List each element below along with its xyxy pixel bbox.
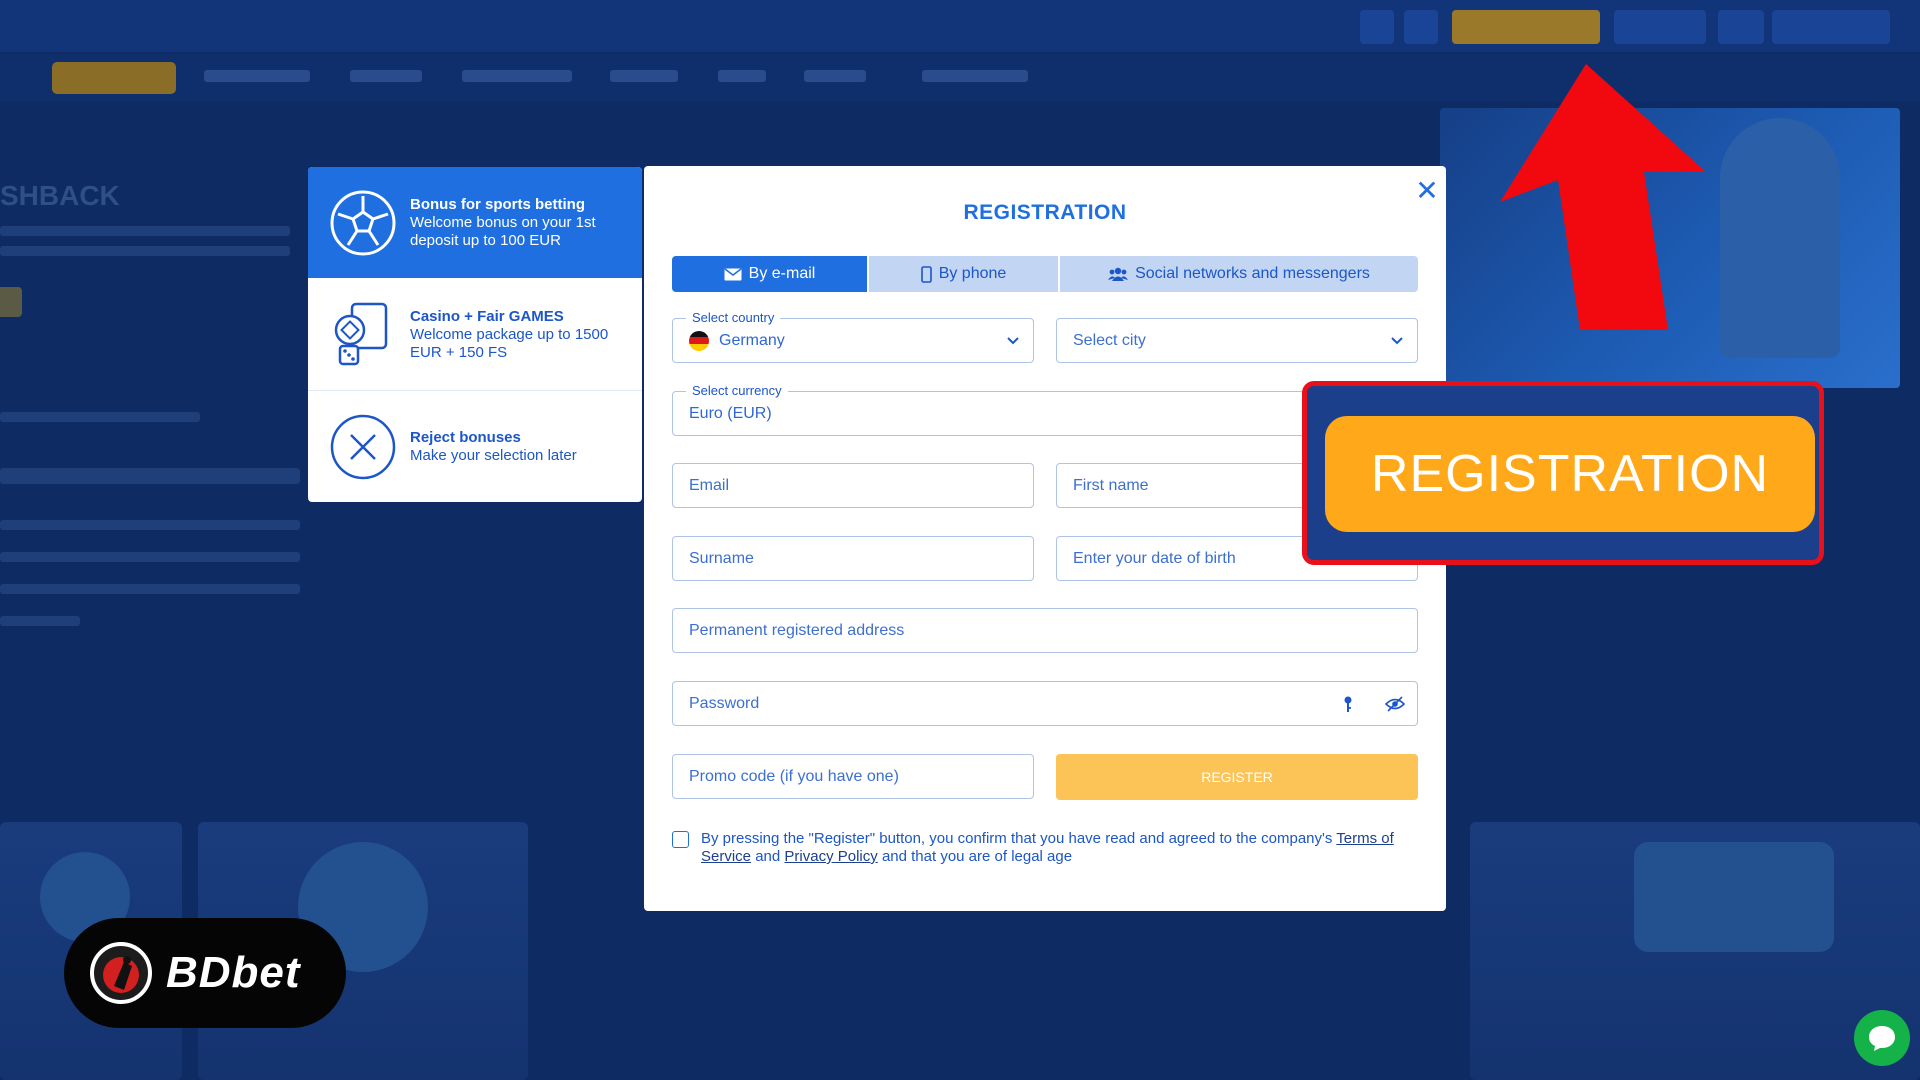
tab-label: By e-mail [748, 265, 816, 282]
logo-text: BDbet [166, 948, 301, 997]
hero-button[interactable] [0, 287, 22, 317]
nav-promo[interactable] [52, 62, 176, 94]
users-icon [1108, 267, 1129, 281]
bg-text-line [0, 584, 300, 594]
nav-item[interactable] [922, 70, 1028, 82]
phone-icon [920, 265, 932, 283]
bg-text-line [0, 246, 290, 256]
nav-item[interactable] [804, 70, 866, 82]
site-header [0, 0, 1920, 52]
bonus-desc: Make your selection later [410, 446, 577, 464]
nav-item[interactable] [204, 70, 310, 82]
hero-title: SHBACK [0, 180, 120, 211]
bg-text-line [0, 520, 300, 530]
consent-and: and [755, 848, 781, 865]
tab-by-phone[interactable]: By phone [869, 256, 1058, 292]
country-value: Germany [719, 331, 785, 349]
eye-off-icon[interactable] [1385, 696, 1405, 712]
consent-checkbox[interactable] [672, 831, 689, 848]
consent-prefix: By pressing the "Register" button, you c… [701, 830, 1333, 847]
chat-icon [1869, 1026, 1895, 1051]
consent-text: By pressing the "Register" button, you c… [701, 830, 1420, 866]
tab-label: Social networks and messengers [1135, 265, 1370, 282]
tab-social-networks[interactable]: Social networks and messengers [1060, 256, 1418, 292]
reject-x-icon [330, 414, 396, 479]
surname-field[interactable]: Surname [672, 536, 1034, 581]
nav-item[interactable] [718, 70, 766, 82]
address-placeholder: Permanent registered address [689, 621, 905, 639]
nav-item[interactable] [462, 70, 572, 82]
header-gift-button[interactable] [1404, 10, 1438, 44]
modal-title: REGISTRATION [963, 201, 1127, 224]
city-select[interactable]: Select city [1056, 318, 1418, 363]
chevron-down-icon [1007, 337, 1019, 345]
bonus-selector: Bonus for sports betting Welcome bonus o… [308, 167, 642, 502]
bg-text-line [0, 552, 300, 562]
email-placeholder: Email [689, 476, 730, 494]
registration-tabs: By e-mail By phone Social networks and m… [672, 256, 1418, 292]
register-button[interactable]: REGISTER [1056, 754, 1418, 800]
promo-code-field[interactable]: Promo code (if you have one) [672, 754, 1034, 799]
key-icon[interactable] [1343, 695, 1353, 713]
bg-text-line [0, 616, 80, 626]
bonus-option-reject[interactable]: Reject bonuses Make your selection later [308, 391, 642, 502]
password-placeholder: Password [689, 694, 760, 712]
privacy-policy-link[interactable]: Privacy Policy [784, 848, 877, 865]
password-field[interactable]: Password [672, 681, 1418, 726]
chevron-down-icon [1391, 337, 1403, 345]
germany-flag-icon [689, 330, 709, 351]
hero-image [1720, 118, 1840, 358]
red-arrow-annotation [1500, 64, 1706, 330]
bg-text-line [0, 226, 290, 236]
bonus-option-sports[interactable]: Bonus for sports betting Welcome bonus o… [308, 167, 642, 278]
registration-callout-button: REGISTRATION [1325, 416, 1815, 532]
consent-suffix: and that you are of legal age [881, 848, 1073, 865]
consent-row: By pressing the "Register" button, you c… [672, 830, 1420, 866]
soccer-ball-icon [330, 190, 396, 255]
bonus-title: Bonus for sports betting [410, 195, 585, 213]
nav-item[interactable] [350, 70, 422, 82]
tab-label: By phone [938, 265, 1007, 282]
first-name-placeholder: First name [1073, 476, 1149, 494]
bonus-title: Casino + Fair GAMES [410, 307, 564, 325]
registration-callout: REGISTRATION [1302, 381, 1824, 565]
currency-value: Euro (EUR) [689, 404, 772, 422]
tab-by-email[interactable]: By e-mail [672, 256, 867, 292]
bonus-desc: Welcome bonus on your 1st deposit up to … [410, 213, 596, 249]
envelope-icon [724, 267, 742, 280]
header-registration-button[interactable] [1452, 10, 1600, 44]
header-language-button[interactable] [1772, 10, 1890, 44]
promo-placeholder: Promo code (if you have one) [689, 767, 899, 785]
field-label: Select currency [686, 383, 788, 398]
dob-placeholder: Enter your date of birth [1073, 549, 1236, 567]
bdbet-logo: BDbet [64, 918, 346, 1028]
bg-breadcrumb [0, 412, 200, 422]
bonus-desc: Welcome package up to 1500 EUR + 150 FS [410, 325, 609, 361]
header-icon-button[interactable] [1360, 10, 1394, 44]
bonus-option-casino[interactable]: Casino + Fair GAMES Welcome package up t… [308, 279, 642, 390]
header-settings-button[interactable] [1718, 10, 1764, 44]
header-login-button[interactable] [1614, 10, 1706, 44]
chat-button[interactable] [1854, 1010, 1910, 1066]
casino-chips-icon [334, 302, 388, 365]
email-field[interactable]: Email [672, 463, 1034, 508]
address-field[interactable]: Permanent registered address [672, 608, 1418, 653]
nav-item[interactable] [610, 70, 678, 82]
city-placeholder: Select city [1073, 331, 1146, 349]
bonus-title: Reject bonuses [410, 428, 521, 446]
field-label: Select country [686, 310, 781, 325]
country-select[interactable]: Select country Germany [672, 310, 1034, 363]
bg-heading [0, 468, 300, 484]
surname-placeholder: Surname [689, 549, 754, 567]
logo-emblem-icon [90, 942, 152, 1004]
